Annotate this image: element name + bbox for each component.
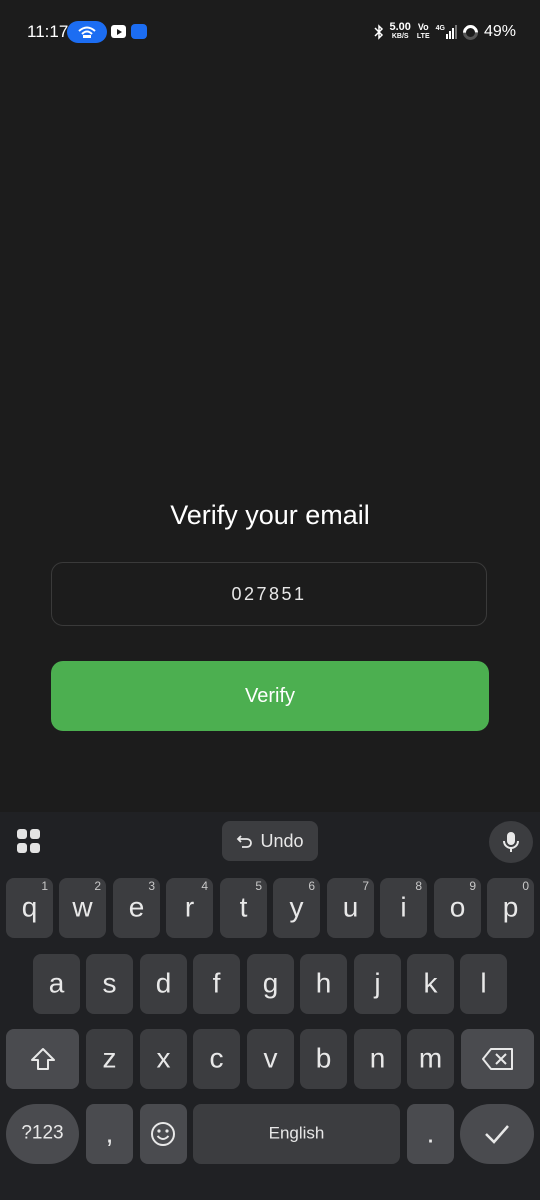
keyboard-toolbar: Undo xyxy=(0,812,540,870)
status-time: 11:17 xyxy=(27,22,69,41)
comma-key[interactable]: , xyxy=(86,1104,133,1164)
period-key[interactable]: . xyxy=(407,1104,454,1164)
key-g[interactable]: g xyxy=(247,954,294,1014)
undo-label: Undo xyxy=(260,830,304,851)
volte-bottom: LTE xyxy=(416,33,430,40)
bluetooth-icon xyxy=(373,24,383,40)
key-p[interactable]: 0p xyxy=(487,878,534,938)
undo-icon xyxy=(237,835,253,848)
key-b[interactable]: b xyxy=(300,1029,347,1089)
key-e[interactable]: 3e xyxy=(113,878,160,938)
key-m[interactable]: m xyxy=(407,1029,454,1089)
key-f[interactable]: f xyxy=(193,954,240,1014)
key-s[interactable]: s xyxy=(86,954,133,1014)
key-n[interactable]: n xyxy=(354,1029,401,1089)
key-k[interactable]: k xyxy=(407,954,454,1014)
battery-percent: 49% xyxy=(483,23,516,40)
volte-indicator: Vo LTE xyxy=(417,23,430,41)
enter-key[interactable] xyxy=(460,1104,534,1164)
network-speed: 5.00 KB/S xyxy=(389,21,411,41)
key-o[interactable]: 9o xyxy=(434,878,481,938)
key-q[interactable]: 1q xyxy=(6,878,53,938)
network-speed-value: 5.00 xyxy=(389,21,411,33)
battery-icon xyxy=(459,21,482,43)
status-right-group: 5.00 KB/S Vo LTE 4G 49% xyxy=(373,18,516,46)
volte-top: Vo xyxy=(417,22,429,32)
status-bar: 11:17 5.00 KB/S Vo LTE 4G 49% xyxy=(0,0,540,64)
symbols-key[interactable]: ?123 xyxy=(6,1104,79,1164)
key-a[interactable]: a xyxy=(33,954,80,1014)
key-j[interactable]: j xyxy=(354,954,401,1014)
key-c[interactable]: c xyxy=(193,1029,240,1089)
key-l[interactable]: l xyxy=(460,954,507,1014)
backspace-icon xyxy=(482,1048,513,1070)
app-icon xyxy=(131,24,147,39)
screen: 11:17 5.00 KB/S Vo LTE 4G 49% Verify you… xyxy=(0,0,540,1200)
key-z[interactable]: z xyxy=(86,1029,133,1089)
key-d[interactable]: d xyxy=(140,954,187,1014)
checkmark-icon xyxy=(485,1125,509,1144)
verify-button[interactable]: Verify xyxy=(51,661,489,731)
emoji-icon xyxy=(151,1122,175,1146)
shift-key[interactable] xyxy=(6,1029,79,1089)
key-r[interactable]: 4r xyxy=(166,878,213,938)
key-y[interactable]: 6y xyxy=(273,878,320,938)
key-x[interactable]: x xyxy=(140,1029,187,1089)
emoji-key[interactable] xyxy=(140,1104,187,1164)
page-title: Verify your email xyxy=(170,500,370,530)
network-speed-unit: KB/S xyxy=(391,33,409,40)
undo-button[interactable]: Undo xyxy=(222,821,318,861)
verification-code-input[interactable]: 027851 xyxy=(51,562,487,626)
apps-grid-icon[interactable] xyxy=(17,829,41,853)
hotspot-icon xyxy=(67,21,107,43)
key-t[interactable]: 5t xyxy=(220,878,267,938)
key-i[interactable]: 8i xyxy=(380,878,427,938)
key-w[interactable]: 2w xyxy=(59,878,106,938)
microphone-icon[interactable] xyxy=(489,821,533,863)
key-h[interactable]: h xyxy=(300,954,347,1014)
youtube-icon xyxy=(111,25,126,38)
shift-icon xyxy=(31,1048,55,1070)
key-v[interactable]: v xyxy=(247,1029,294,1089)
network-type: 4G xyxy=(435,25,445,32)
key-u[interactable]: 7u xyxy=(327,878,374,938)
space-key[interactable]: English xyxy=(193,1104,400,1164)
signal-icon: 4G xyxy=(436,25,457,39)
backspace-key[interactable] xyxy=(461,1029,534,1089)
keyboard: Undo 1q 2w 3e 4r 5t 6y 7u 8i 9o 0p a s d… xyxy=(0,812,540,1200)
